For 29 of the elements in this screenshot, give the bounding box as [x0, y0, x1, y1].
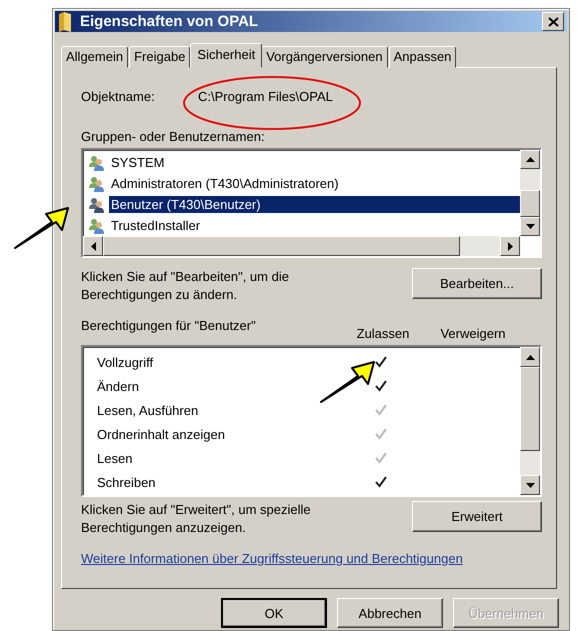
dialog-button[interactable]: OK: [221, 598, 327, 628]
permissions-label: Berechtigungen für "Benutzer": [81, 318, 257, 335]
tab[interactable]: Allgemein: [61, 46, 128, 68]
list-item[interactable]: SYSTEM: [109, 154, 166, 171]
list-item[interactable]: TrustedInstaller: [109, 217, 202, 234]
permission-name: Ordnerinhalt anzeigen: [96, 426, 226, 442]
list-item[interactable]: Benutzer (T430\Benutzer): [109, 196, 520, 213]
tab[interactable]: Vorgängerversionen: [261, 46, 388, 68]
permission-name: Vollzugriff: [96, 354, 154, 370]
advanced-button[interactable]: Erweitert: [412, 501, 542, 532]
tab[interactable]: Anpassen: [388, 46, 456, 68]
list-item[interactable]: Administratoren (T430\Administratoren): [109, 175, 341, 192]
permission-name: Ändern: [96, 378, 140, 394]
help-link[interactable]: Weitere Informationen über Zugriffssteuerung und Berechtigungen: [81, 551, 463, 566]
advanced-hint: Klicken Sie auf "Erweitert", um spezielle Berechtigungen anzuzeigen.: [81, 501, 312, 537]
permission-name: Lesen: [96, 450, 134, 466]
edit-button[interactable]: Bearbeiten...: [412, 268, 542, 299]
object-name-label: Objektname:: [81, 88, 156, 104]
object-name-value: C:\Program Files\OPAL: [198, 88, 333, 104]
dialog-button[interactable]: Abbrechen: [337, 598, 443, 628]
groups-label: Gruppen- oder Benutzernamen:: [81, 129, 266, 144]
edit-hint: Klicken Sie auf "Bearbeiten", um die Berechtigungen zu ändern.: [81, 268, 290, 304]
window-title: Eigenschaften von OPAL: [80, 13, 260, 30]
permission-name: Schreiben: [96, 474, 157, 490]
tab[interactable]: Sicherheit: [190, 43, 262, 68]
permission-name: Lesen, Ausführen: [96, 402, 200, 418]
column-header: Zulassen: [356, 326, 410, 341]
tab[interactable]: Freigabe: [129, 46, 190, 68]
column-header: Verweigern: [439, 326, 507, 341]
